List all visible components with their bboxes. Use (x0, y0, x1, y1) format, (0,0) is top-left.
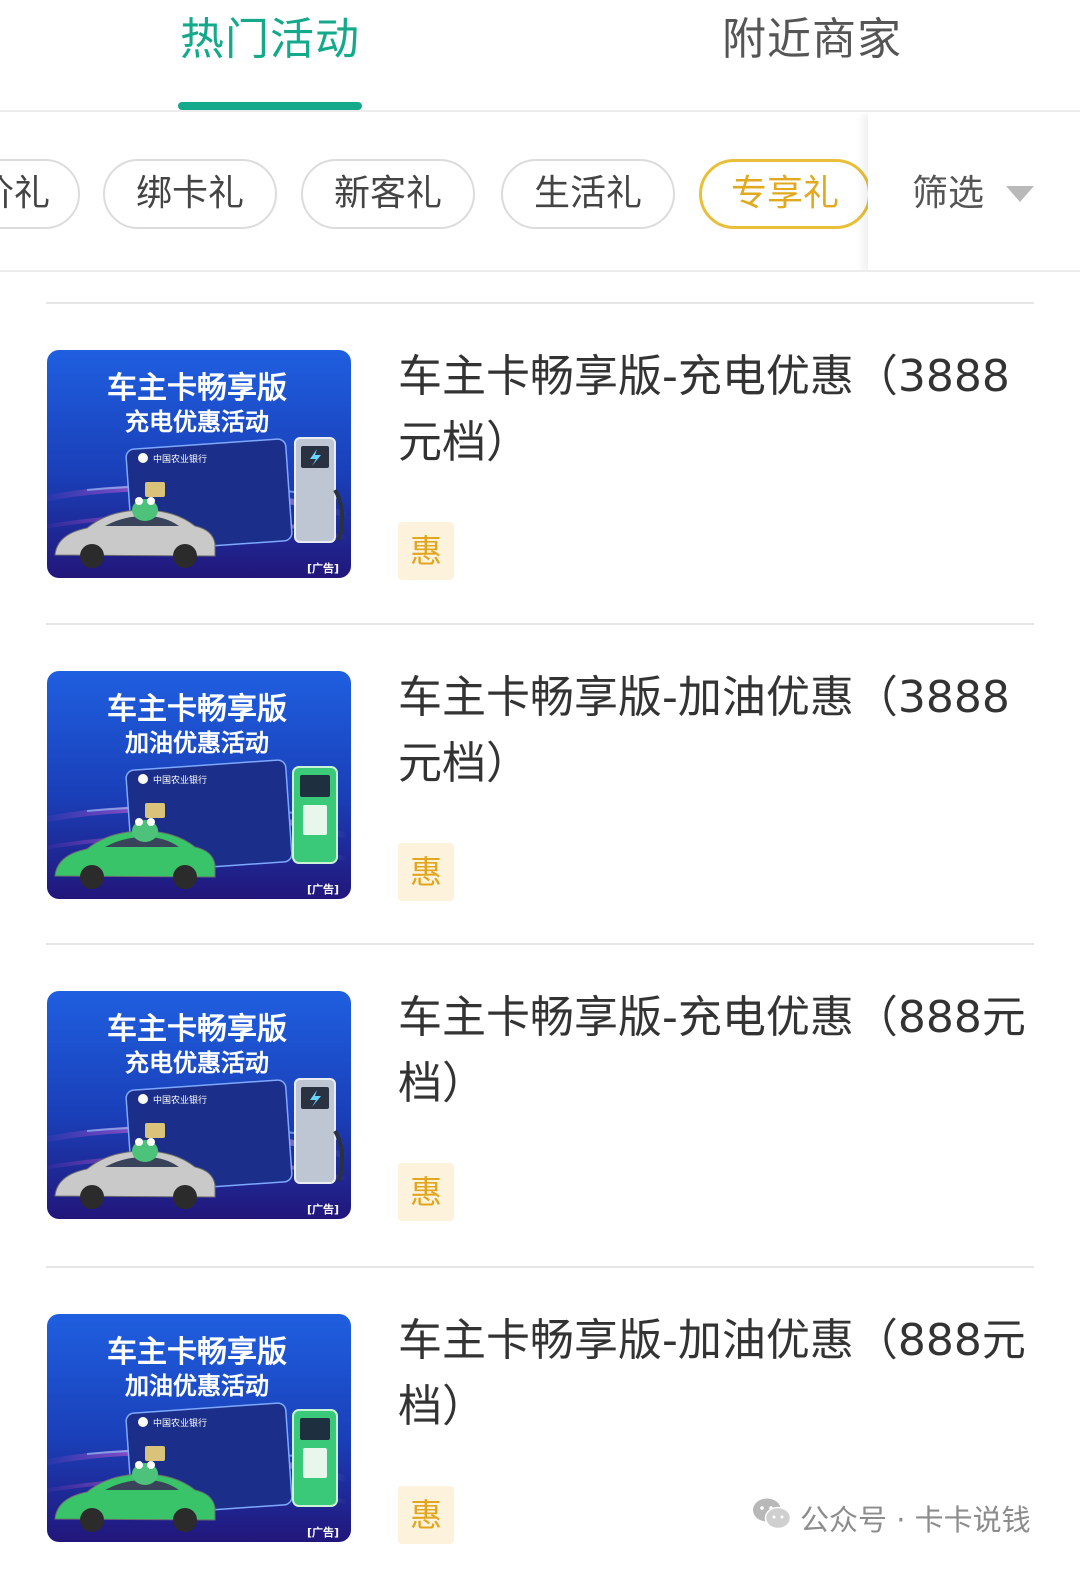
fuel-pump-panel (303, 1448, 327, 1478)
watermark-text: 公众号 · 卡卡说钱 (800, 1503, 1031, 1537)
discount-badge: 惠 (398, 1163, 454, 1221)
promo-image: 车主卡畅享版 加油优惠活动中国农业银行 [广告] (47, 671, 351, 899)
watermark: 公众号 · 卡卡说钱 (752, 1496, 1031, 1540)
discount-badge: 惠 (398, 522, 454, 580)
ad-label: [广告] (307, 561, 339, 575)
fuel-pump-screen (300, 1418, 330, 1440)
frog-eye (135, 818, 143, 826)
car-wheel (173, 544, 197, 568)
promo-image: 车主卡畅享版 充电优惠活动中国农业银行 [广告] (47, 350, 351, 578)
promo-subline: 加油优惠活动 (125, 1372, 269, 1400)
car-wheel (80, 865, 104, 889)
item-title: 车主卡畅享版-加油优惠（888元档） (398, 1315, 1026, 1432)
frog-eye (135, 1138, 143, 1146)
promo-subline: 加油优惠活动 (125, 729, 269, 757)
item-title: 车主卡畅享版-加油优惠（3888元档） (398, 672, 1010, 789)
promo-headline: 车主卡畅享版 (107, 371, 287, 406)
promo-image: 车主卡畅享版 充电优惠活动中国农业银行 [广告] (47, 991, 351, 1219)
active-tab-indicator (178, 102, 362, 110)
frog-eye (135, 497, 143, 505)
item-title: 车主卡畅享版-充电优惠（888元档） (398, 992, 1026, 1109)
bank-name: 中国农业银行 (153, 774, 207, 786)
chip-exclusive-gift[interactable]: 专享礼 (699, 159, 871, 229)
top-tab-bar: 热门活动 附近商家 (0, 0, 1080, 112)
car-wheel (173, 1508, 197, 1532)
car-wheel (173, 1185, 197, 1209)
car-wheel (80, 1185, 104, 1209)
car-wheel (80, 544, 104, 568)
frog-eye (147, 1461, 155, 1469)
promo-headline: 车主卡畅享版 (107, 692, 287, 727)
car-wheel (173, 865, 197, 889)
filter-button[interactable]: 筛选 (912, 159, 984, 229)
chip-bind-card-gift[interactable]: 绑卡礼 (103, 159, 277, 229)
card-chip (145, 803, 165, 818)
card-chip (145, 1123, 165, 1138)
tab-hot-activities[interactable]: 热门活动 (180, 10, 360, 70)
list-item[interactable]: 车主卡畅享版 充电优惠活动中国农业银行 [广告] 车主卡畅享版-充电优惠（3888元… (0, 304, 1080, 624)
chip-life-gift[interactable]: 生活礼 (501, 159, 675, 229)
frog-eye (147, 1138, 155, 1146)
promo-headline: 车主卡畅享版 (107, 1335, 287, 1370)
car-wheel (80, 1508, 104, 1532)
promo-image: 车主卡畅享版 加油优惠活动中国农业银行 [广告] (47, 1314, 351, 1542)
promo-headline: 车主卡畅享版 (107, 1012, 287, 1047)
wechat-icon (752, 1497, 792, 1543)
promo-subline: 充电优惠活动 (125, 1049, 269, 1077)
discount-badge: 惠 (398, 843, 454, 901)
card-chip (145, 482, 165, 497)
frog-eye (147, 818, 155, 826)
bank-name: 中国农业银行 (153, 453, 207, 465)
promo-subline: 充电优惠活动 (125, 408, 269, 436)
ad-label: [广告] (307, 1525, 339, 1539)
bank-name: 中国农业银行 (153, 1094, 207, 1106)
chip-new-customer-gift[interactable]: 新客礼 (301, 159, 475, 229)
frog-eye (135, 1461, 143, 1469)
bank-logo-icon (138, 1417, 148, 1427)
list-item[interactable]: 车主卡畅享版 加油优惠活动中国农业银行 [广告] 车主卡畅享版-加油优惠（3888元… (0, 625, 1080, 945)
filter-chip-bar: 价礼 绑卡礼 新客礼 生活礼 专享礼 筛选 (0, 114, 1080, 272)
ad-label: [广告] (307, 882, 339, 896)
triangle-down-icon[interactable] (1006, 186, 1034, 202)
bank-name: 中国农业银行 (153, 1417, 207, 1429)
bank-logo-icon (138, 774, 148, 784)
bank-logo-icon (138, 1094, 148, 1104)
list-item[interactable]: 车主卡畅享版 充电优惠活动中国农业银行 [广告] 车主卡畅享版-充电优惠（888元档… (0, 945, 1080, 1265)
discount-badge: 惠 (398, 1486, 454, 1544)
fuel-pump-screen (300, 775, 330, 797)
card-chip (145, 1446, 165, 1461)
tab-nearby-merchants[interactable]: 附近商家 (722, 10, 902, 70)
fuel-pump-panel (303, 805, 327, 835)
item-title: 车主卡畅享版-充电优惠（3888元档） (398, 351, 1010, 468)
ad-label: [广告] (307, 1202, 339, 1216)
frog-eye (147, 497, 155, 505)
filter-area: 筛选 (868, 114, 1080, 270)
bank-logo-icon (138, 453, 148, 463)
chip-partial[interactable]: 价礼 (0, 159, 80, 229)
